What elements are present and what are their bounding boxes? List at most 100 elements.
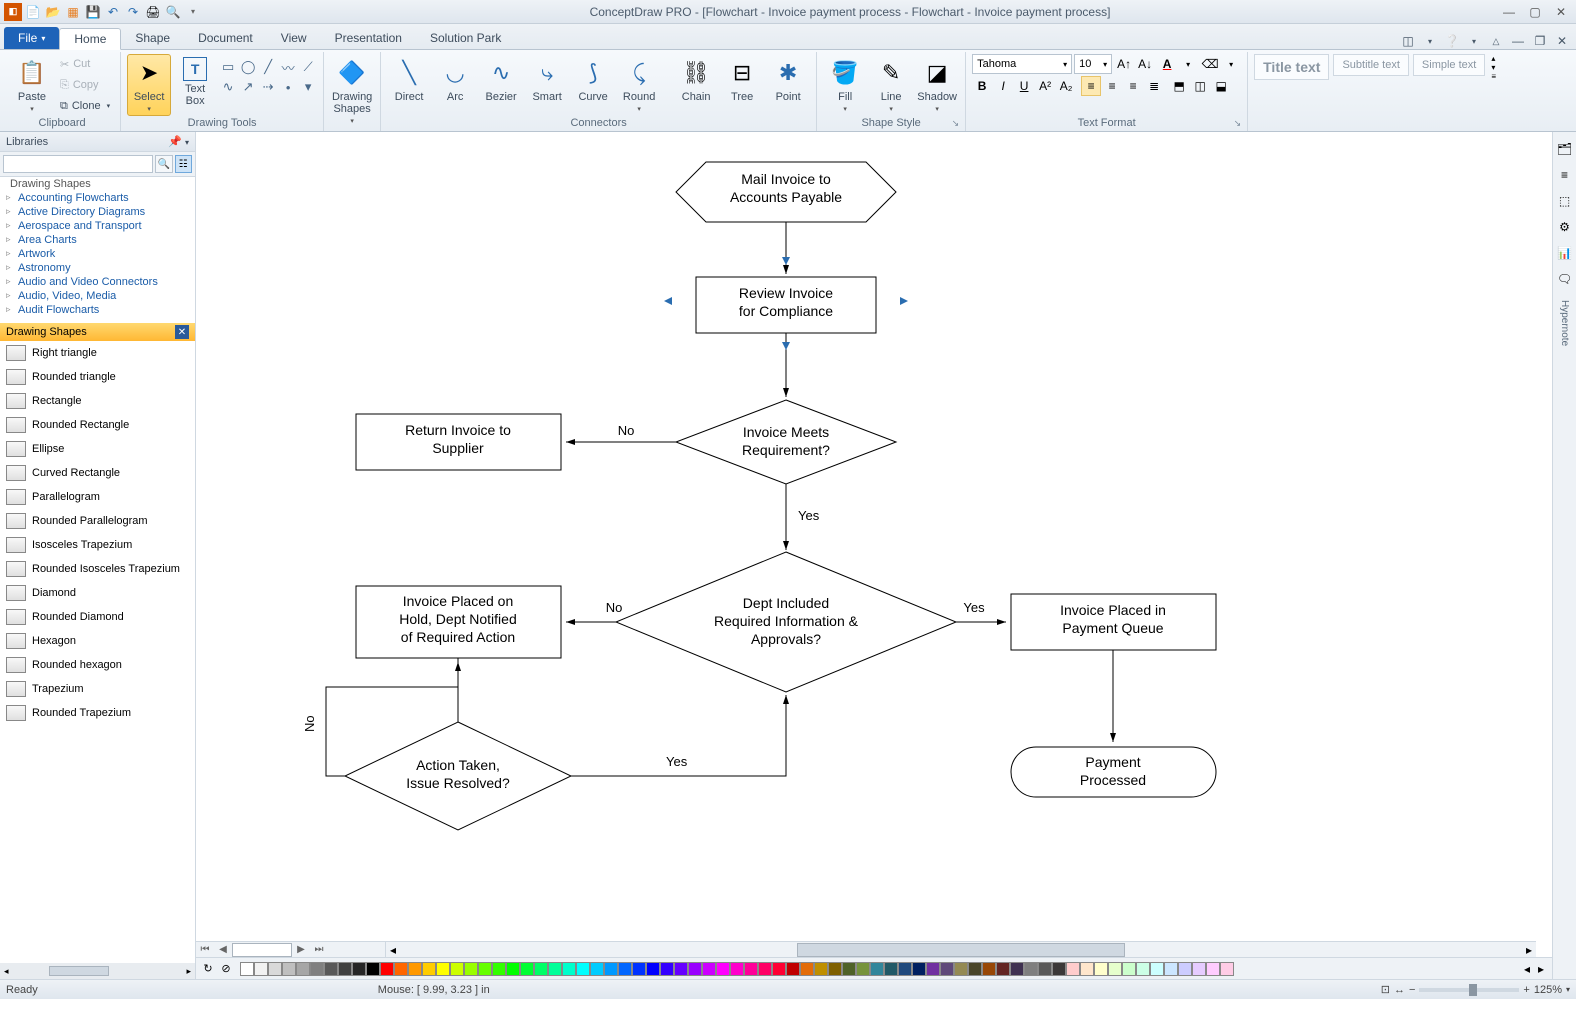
color-swatch[interactable] [268, 962, 282, 976]
open-icon[interactable]: 📂 [44, 3, 62, 21]
selection-handle[interactable] [782, 257, 790, 265]
underline-icon[interactable]: U [1014, 76, 1034, 96]
tab-view[interactable]: View [267, 27, 321, 49]
color-swatch[interactable] [954, 962, 968, 976]
clear-format-icon[interactable]: ⌫ [1200, 54, 1220, 74]
color-swatch[interactable] [996, 962, 1010, 976]
valign-middle-icon[interactable]: ◫ [1190, 76, 1210, 96]
shape-item[interactable]: Rounded Rectangle [0, 413, 195, 437]
color-swatch[interactable] [338, 962, 352, 976]
simple-text-style[interactable]: Simple text [1413, 54, 1485, 76]
chevron-down-icon[interactable]: ▾ [1422, 33, 1438, 49]
prev-page-icon[interactable]: ◀ [214, 943, 232, 957]
shape-item[interactable]: Rounded Diamond [0, 605, 195, 629]
minimize-icon[interactable]: — [1498, 4, 1520, 20]
collapse-ribbon-icon[interactable]: △ [1488, 33, 1504, 49]
color-swatch[interactable] [828, 962, 842, 976]
color-swatch[interactable] [632, 962, 646, 976]
color-swatch[interactable] [478, 962, 492, 976]
help-icon[interactable]: ❔ [1444, 33, 1460, 49]
font-family-combo[interactable]: Tahoma▾ [972, 54, 1072, 74]
hypernote-label[interactable]: Hypernote [1559, 300, 1570, 346]
chevron-down-icon[interactable]: ▾ [1221, 54, 1241, 74]
arc-button[interactable]: ◡Arc [433, 54, 477, 106]
shape-item[interactable]: Curved Rectangle [0, 461, 195, 485]
scroll-left-icon[interactable]: ◂ [386, 943, 400, 957]
paste-button[interactable]: 📋 Paste ▾ [10, 54, 54, 116]
launcher-icon[interactable]: ↘ [952, 118, 960, 129]
scroll-right-icon[interactable]: ▸ [1522, 943, 1536, 957]
color-swatch[interactable] [716, 962, 730, 976]
zoom-thumb[interactable] [1469, 984, 1477, 996]
font-color-icon[interactable]: A [1157, 54, 1177, 74]
color-swatch[interactable] [576, 962, 590, 976]
scroll-left-icon[interactable]: ◂ [4, 966, 9, 977]
subscript-icon[interactable]: A₂ [1056, 76, 1076, 96]
menu-icon[interactable]: ▾ [185, 138, 189, 147]
round-button[interactable]: ⤹Round▾ [617, 54, 661, 116]
color-swatch[interactable] [408, 962, 422, 976]
selection-handle-right[interactable] [900, 297, 908, 305]
print-icon[interactable]: 🖨 [144, 3, 162, 21]
align-justify-icon[interactable]: ≣ [1144, 76, 1164, 96]
ellipse-tool-icon[interactable]: ◯ [239, 58, 257, 76]
scroll-left-icon[interactable]: ◂ [1520, 962, 1534, 976]
panel-hscroll[interactable]: ◂ ▸ [0, 963, 195, 979]
color-swatch[interactable] [422, 962, 436, 976]
shape-item[interactable]: Diamond [0, 581, 195, 605]
chart-icon[interactable]: 📊 [1556, 244, 1574, 262]
color-swatch[interactable] [940, 962, 954, 976]
tab-presentation[interactable]: Presentation [321, 27, 416, 49]
page-tab[interactable] [232, 943, 292, 957]
color-swatch[interactable] [800, 962, 814, 976]
connector-tool-icon[interactable]: ⇢ [259, 78, 277, 96]
qat-dropdown-icon[interactable]: ▾ [184, 3, 202, 21]
shape-item[interactable]: Rounded Isosceles Trapezium [0, 557, 195, 581]
color-swatch[interactable] [814, 962, 828, 976]
zoom-slider[interactable] [1419, 988, 1519, 992]
tree-view-button[interactable]: ☷ [175, 155, 193, 173]
new-icon[interactable]: 📄 [24, 3, 42, 21]
color-swatch[interactable] [870, 962, 884, 976]
shape-item[interactable]: Rounded triangle [0, 365, 195, 389]
zoom-level[interactable]: 125% [1534, 984, 1562, 996]
color-swatch[interactable] [1024, 962, 1038, 976]
color-swatch[interactable] [352, 962, 366, 976]
zoom-out-icon[interactable]: − [1409, 984, 1415, 996]
subtitle-text-style[interactable]: Subtitle text [1333, 54, 1408, 76]
color-swatch[interactable] [856, 962, 870, 976]
refresh-icon[interactable]: ↻ [200, 961, 216, 977]
tree-item[interactable]: Astronomy [0, 261, 195, 275]
doc-close-icon[interactable]: ✕ [1554, 33, 1570, 49]
select-button[interactable]: ➤ Select ▾ [127, 54, 171, 116]
nofill-icon[interactable]: ⊘ [218, 961, 234, 977]
fit-width-icon[interactable]: ↔ [1394, 984, 1405, 996]
color-swatch[interactable] [464, 962, 478, 976]
arrow-tool-icon[interactable]: ↗ [239, 78, 257, 96]
tree-item[interactable]: Accounting Flowcharts [0, 191, 195, 205]
smart-button[interactable]: ⤷Smart [525, 54, 569, 106]
tab-document[interactable]: Document [184, 27, 267, 49]
fit-page-icon[interactable]: ⊡ [1381, 983, 1390, 996]
drawing-shapes-button[interactable]: 🔷 Drawing Shapes ▾ [330, 54, 374, 128]
color-swatch[interactable] [1094, 962, 1108, 976]
grow-font-icon[interactable]: A↑ [1114, 54, 1134, 74]
tree-item[interactable]: Audio and Video Connectors [0, 275, 195, 289]
shape-item[interactable]: Rounded Trapezium [0, 701, 195, 725]
hscroll-thumb[interactable] [797, 943, 1125, 957]
shrink-font-icon[interactable]: A↓ [1135, 54, 1155, 74]
color-swatch[interactable] [604, 962, 618, 976]
color-swatch[interactable] [1010, 962, 1024, 976]
color-swatch[interactable] [1150, 962, 1164, 976]
superscript-icon[interactable]: A² [1035, 76, 1055, 96]
color-swatch[interactable] [590, 962, 604, 976]
shape-item[interactable]: Isosceles Trapezium [0, 533, 195, 557]
font-size-combo[interactable]: 10▾ [1074, 54, 1112, 74]
color-swatch[interactable] [772, 962, 786, 976]
color-swatch[interactable] [646, 962, 660, 976]
shape-item[interactable]: Hexagon [0, 629, 195, 653]
curve-button[interactable]: ⟆Curve [571, 54, 615, 106]
tab-home[interactable]: Home [59, 28, 121, 50]
scroll-up-icon[interactable]: ▴ [1491, 54, 1496, 63]
rect-tool-icon[interactable]: ▭ [219, 58, 237, 76]
